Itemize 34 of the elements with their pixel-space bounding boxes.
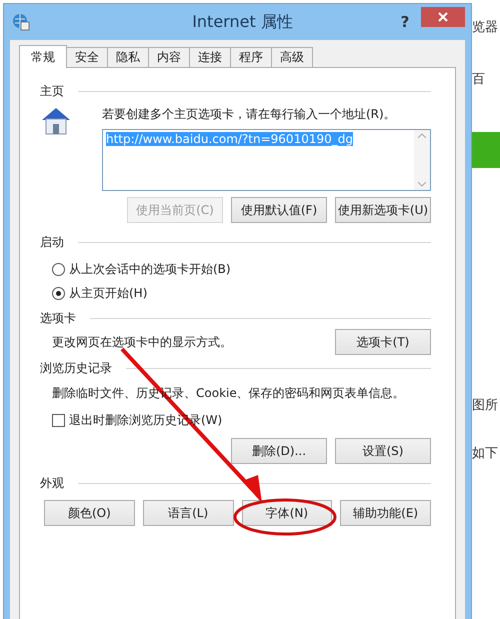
radio-label: 从主页开始(H) [69,284,148,302]
close-button[interactable] [421,7,465,27]
homepage-hint: 若要创建多个主页选项卡，请在每行输入一个地址(R)。 [102,106,397,123]
radio-button[interactable] [52,286,65,300]
close-icon [438,12,448,22]
homepage-button[interactable]: 使用默认值(F) [231,197,327,223]
background-text: 百 [472,71,486,88]
window-title: Internet 属性 [191,12,294,32]
group-label: 外观 [40,474,64,492]
radio-label: 从上次会话中的选项卡开始(B) [69,260,231,278]
checkbox[interactable] [52,414,65,426]
background-text: 如下 [472,445,499,462]
help-button[interactable]: ? [395,13,415,31]
background-text: 图所 [472,397,499,414]
tab[interactable]: 高级 [271,47,313,68]
banner-strip [472,132,500,168]
group-label: 浏览历史记录 [40,360,112,376]
group-label: 启动 [40,234,64,250]
appearance-button[interactable]: 辅助功能(E) [340,500,431,526]
history-button[interactable]: 设置(S) [335,438,431,464]
appearance-button[interactable]: 颜色(O) [44,500,135,526]
tab[interactable]: 常规 [19,45,67,68]
history-button[interactable]: 删除(D)... [231,438,327,464]
radio-button[interactable] [52,262,65,276]
group-label: 主页 [40,82,64,100]
url-text: http://www.baidu.com/?tn=96010190_dg [106,132,353,146]
homepage-button[interactable]: 使用新选项卡(U) [335,197,431,223]
tabs-button[interactable]: 选项卡(T) [335,329,431,355]
background-text: 览器 [472,19,499,36]
house-icon [40,106,72,136]
appearance-button[interactable]: 语言(L) [142,500,234,526]
globe-icon [12,13,30,31]
group-label: 选项卡 [40,310,76,326]
tabs-description: 更改网页在选项卡中的显示方式。 [52,334,232,350]
